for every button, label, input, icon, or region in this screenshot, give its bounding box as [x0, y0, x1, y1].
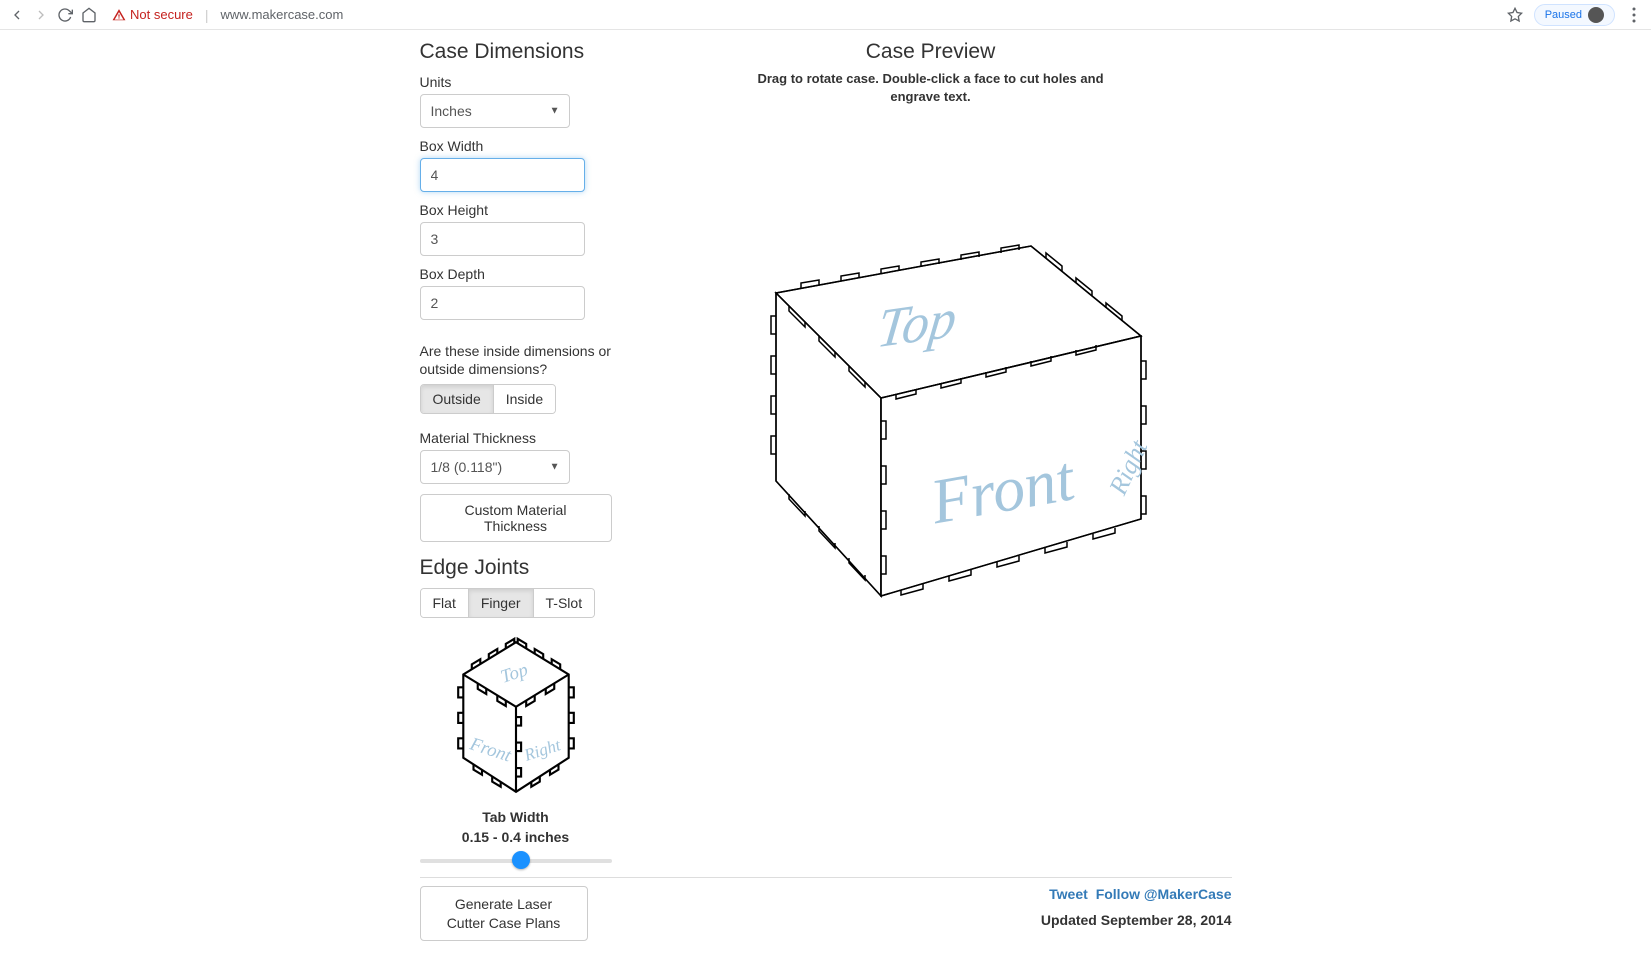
edge-joint-preview: Top Front Right [420, 632, 612, 805]
tab-width-slider[interactable] [420, 851, 612, 869]
slider-thumb[interactable] [512, 851, 530, 869]
updated-label: Updated September 28, 2014 [1041, 912, 1232, 928]
url-divider: | [205, 7, 209, 23]
height-input[interactable] [420, 222, 585, 256]
security-indicator[interactable]: Not secure [112, 7, 193, 22]
preview-heading: Case Preview [630, 40, 1232, 64]
custom-thickness-button[interactable]: Custom Material Thickness [420, 494, 612, 542]
tslot-button[interactable]: T-Slot [534, 589, 595, 617]
star-icon[interactable] [1506, 6, 1524, 24]
flat-button[interactable]: Flat [421, 589, 469, 617]
browser-chrome: Not secure | www.makercase.com Paused [0, 0, 1651, 30]
thickness-select[interactable]: 1/8 (0.118") [420, 450, 570, 484]
width-label: Box Width [420, 138, 612, 154]
width-input[interactable] [420, 158, 585, 192]
units-select[interactable]: Inches [420, 94, 570, 128]
reload-icon[interactable] [56, 6, 74, 24]
depth-input[interactable] [420, 286, 585, 320]
tab-range-label: 0.15 - 0.4 inches [420, 829, 612, 845]
follow-link[interactable]: Follow @MakerCase [1096, 886, 1232, 902]
height-label: Box Height [420, 202, 612, 218]
profile-paused-pill[interactable]: Paused [1534, 4, 1615, 26]
home-icon[interactable] [80, 6, 98, 24]
form-panel: Case Dimensions Units Inches ▼ Box Width… [420, 32, 620, 869]
outside-button[interactable]: Outside [421, 385, 494, 413]
forward-icon[interactable] [32, 6, 50, 24]
edge-joints-toggle: Flat Finger T-Slot [420, 588, 596, 618]
tweet-link[interactable]: Tweet [1049, 886, 1088, 902]
inside-button[interactable]: Inside [494, 385, 555, 413]
avatar-icon [1588, 7, 1604, 23]
tab-width-label: Tab Width [420, 809, 612, 825]
preview-hint: Drag to rotate case. Double-click a face… [741, 70, 1121, 106]
thickness-label: Material Thickness [420, 430, 612, 446]
finger-button[interactable]: Finger [469, 589, 534, 617]
not-secure-label: Not secure [130, 7, 193, 22]
edge-joint-preview-svg: Top Front Right [431, 632, 601, 802]
inside-outside-question: Are these inside dimensions or outside d… [420, 342, 612, 378]
case-3d-svg: Top Front Right [681, 181, 1181, 611]
inside-outside-toggle: Outside Inside [420, 384, 557, 414]
units-label: Units [420, 74, 612, 90]
more-icon[interactable] [1625, 6, 1643, 24]
url-text[interactable]: www.makercase.com [221, 7, 344, 22]
edge-joints-heading: Edge Joints [420, 556, 612, 580]
case-top-label: Top [874, 287, 960, 360]
dimensions-heading: Case Dimensions [420, 40, 612, 64]
back-icon[interactable] [8, 6, 26, 24]
preview-panel: Case Preview Drag to rotate case. Double… [620, 32, 1232, 869]
social-links: Tweet Follow @MakerCase [1041, 886, 1232, 902]
paused-label: Paused [1545, 9, 1582, 21]
preview-canvas[interactable]: Top Front Right [630, 116, 1232, 676]
generate-plans-button[interactable]: Generate Laser Cutter Case Plans [420, 886, 588, 940]
warning-icon [112, 8, 126, 22]
depth-label: Box Depth [420, 266, 612, 282]
